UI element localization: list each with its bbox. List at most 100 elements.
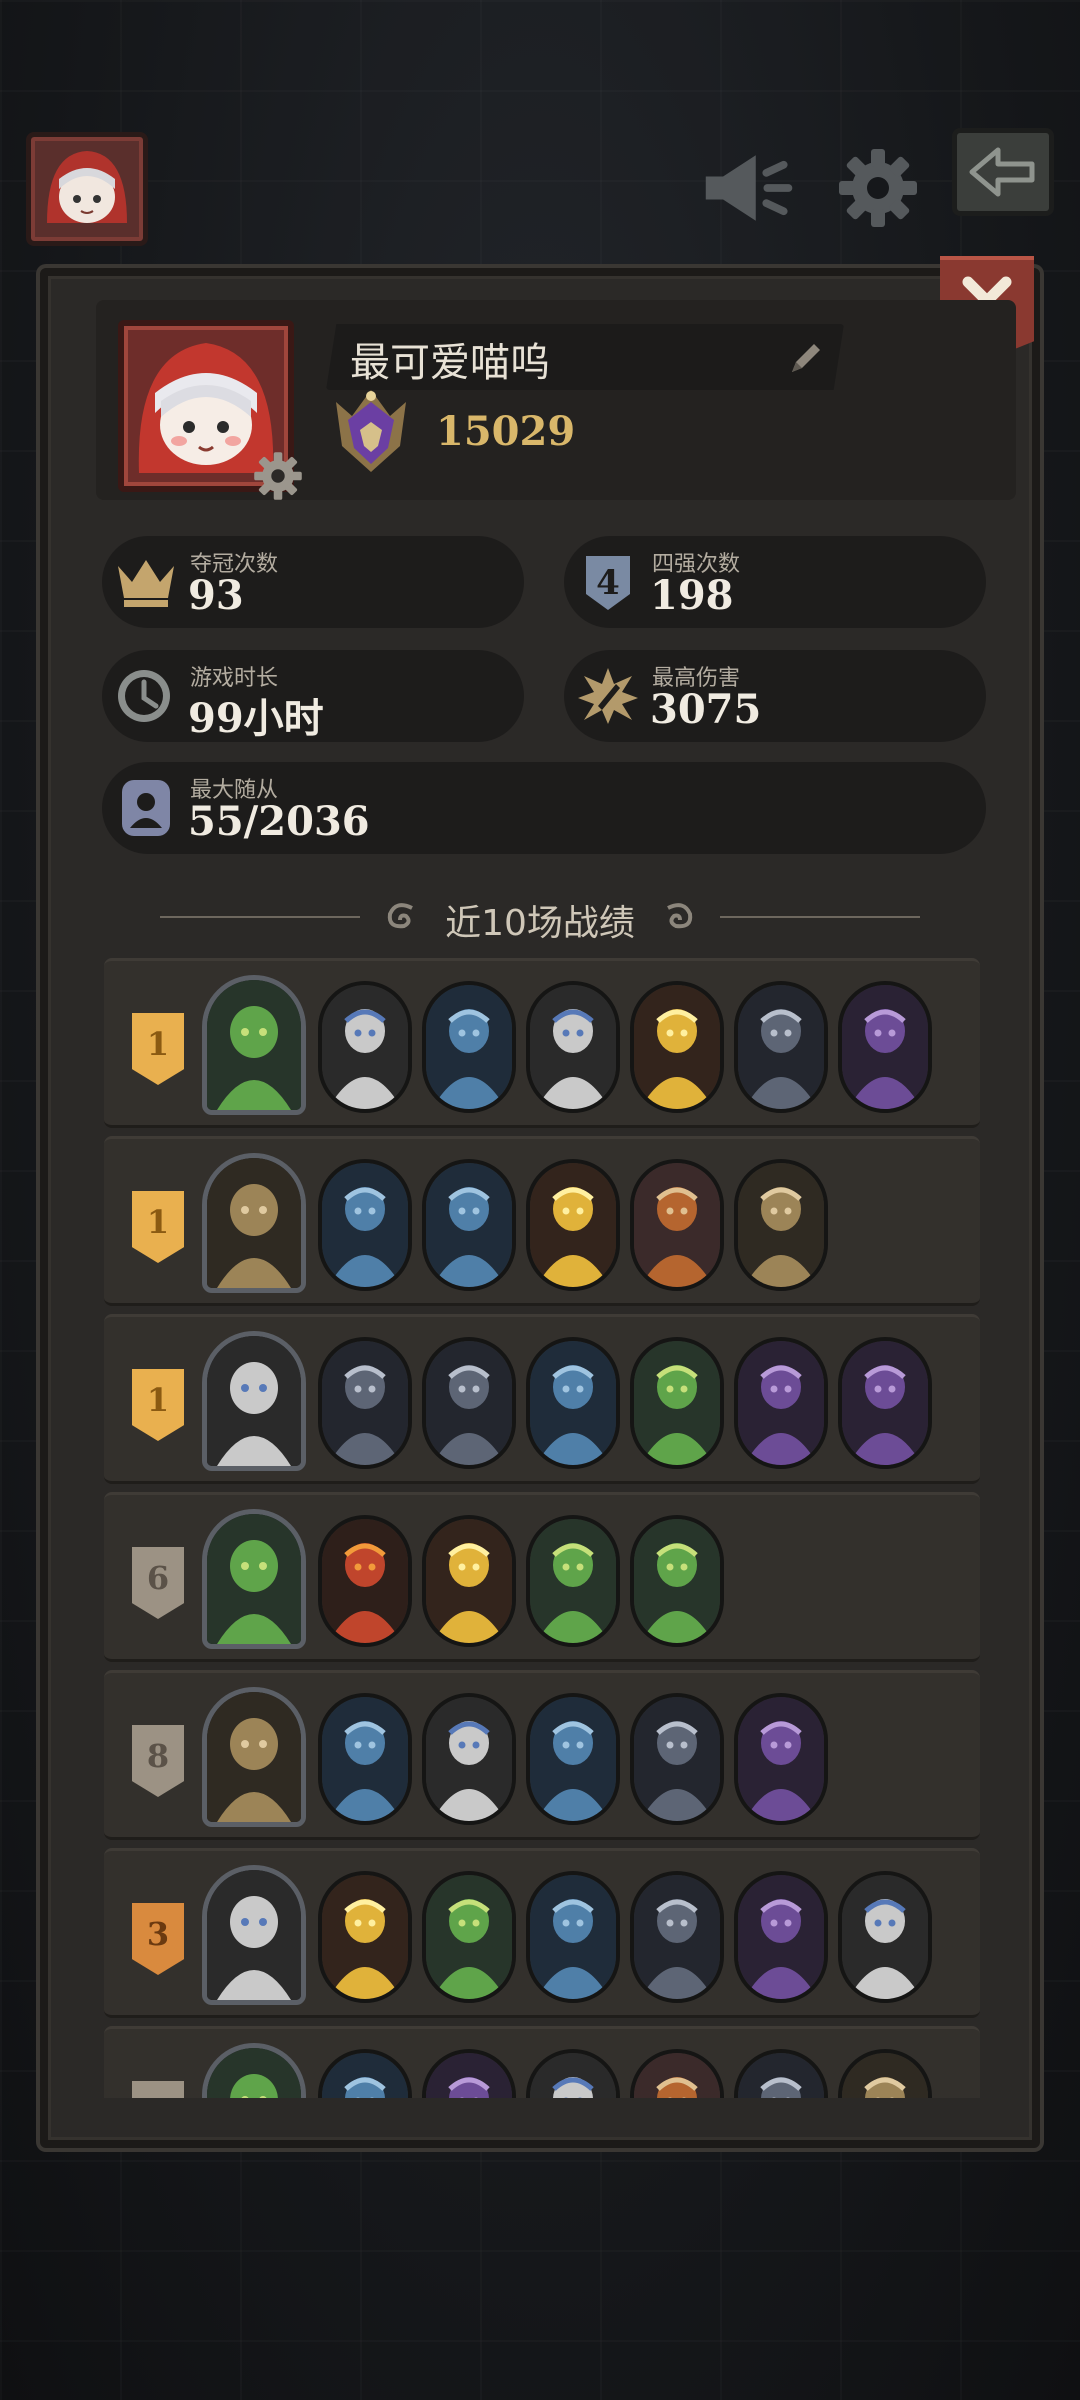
unit-card-armored-orc[interactable] (838, 1337, 932, 1469)
blue-slime-king-icon (207, 1514, 301, 1644)
divider-right (720, 916, 920, 918)
hero-portrait-red-mage[interactable] (202, 2043, 306, 2098)
fire-dragon-icon (634, 1163, 720, 1287)
unit-c-icon (530, 2053, 616, 2098)
red-mage-icon (207, 2048, 301, 2098)
purple-bat-icon (207, 1870, 301, 2000)
red-assassin-icon (322, 1519, 408, 1643)
unit-card-golden-flame[interactable] (422, 1871, 516, 2003)
match-row[interactable]: 6 (104, 1492, 980, 1662)
avatar-settings-badge[interactable] (252, 450, 304, 502)
unit-card-unit-b[interactable] (422, 2049, 516, 2098)
match-row[interactable]: 1 (104, 1314, 980, 1484)
unit-card-shadow-blade[interactable] (526, 981, 620, 1113)
gear-icon (254, 452, 302, 500)
treant-icon (530, 1341, 616, 1465)
unit-card-green-goblin-shaman[interactable] (422, 981, 516, 1113)
gear-icon (839, 149, 917, 227)
recent-matches-header: 近10场战绩 (160, 888, 920, 944)
unit-card-fire-dragon[interactable] (630, 1337, 724, 1469)
unit-card-red-demon[interactable] (630, 1871, 724, 2003)
recent-matches-title: 近10场战绩 (445, 903, 635, 944)
recent-matches-list[interactable]: 1 1 1 6 8 3 (100, 958, 984, 2098)
unit-card-white-rabbit-rogue[interactable] (422, 1159, 516, 1291)
unit-f-icon (842, 2053, 928, 2098)
plumed-knight-icon (530, 1697, 616, 1821)
unit-card-golden-flame[interactable] (526, 1871, 620, 2003)
unit-card-twin-hydra[interactable] (734, 1871, 828, 2003)
unit-card-treant[interactable] (526, 1337, 620, 1469)
hero-portrait-blue-slime-king[interactable] (202, 1509, 306, 1649)
hero-portrait-blonde-knight[interactable] (202, 1153, 306, 1293)
twin-hydra-icon (738, 1875, 824, 1999)
back-arrow-icon (969, 147, 1035, 197)
back-button[interactable] (952, 128, 1054, 216)
placement-badge: 3 (132, 1903, 184, 1975)
swirl-ornament-icon (667, 903, 693, 929)
unit-card-black-shield-warrior[interactable] (318, 1159, 412, 1291)
unit-a-icon (322, 2053, 408, 2098)
horned-beast-icon (738, 985, 824, 1109)
unit-card-red-assassin[interactable] (318, 1871, 412, 2003)
stat-value: 93 (188, 572, 244, 619)
unit-card-steel-knight[interactable] (526, 1159, 620, 1291)
unit-card-unit-f[interactable] (838, 2049, 932, 2098)
placement-badge: 1 (132, 1013, 184, 1085)
purple-kraken-icon (842, 985, 928, 1109)
megaphone-button[interactable] (700, 138, 800, 238)
top-player-avatar[interactable] (26, 132, 148, 246)
edit-name-button[interactable] (786, 338, 826, 378)
golden-flame-icon (530, 1875, 616, 1999)
stat-value: 99小时 (188, 695, 324, 742)
stat-top4: 4 四强次数 198 (564, 536, 986, 628)
skeleton-warrior-icon (426, 1341, 512, 1465)
hero-portrait-top-hat-ghoul[interactable] (202, 1331, 306, 1471)
unit-card-blue-lizard[interactable] (630, 981, 724, 1113)
unit-card-twin-hydra[interactable] (838, 1871, 932, 2003)
hero-portrait-purple-bat[interactable] (202, 1865, 306, 2005)
unit-card-gold-paladin[interactable] (422, 1515, 516, 1647)
unit-card-barbarian-archer[interactable] (318, 981, 412, 1113)
unit-b-icon (426, 2053, 512, 2098)
unit-card-blue-siren[interactable] (630, 1515, 724, 1647)
unit-card-grey-eagle[interactable] (422, 1693, 516, 1825)
unit-card-fire-dragon[interactable] (630, 1159, 724, 1291)
unit-card-unit-e[interactable] (734, 2049, 828, 2098)
unit-card-horned-beast[interactable] (734, 981, 828, 1113)
hero-portrait-bull-warlord[interactable] (202, 1687, 306, 1827)
unit-card-plumed-knight[interactable] (526, 1693, 620, 1825)
stat-championships: 夺冠次数 93 (102, 536, 524, 628)
unit-card-unit-c[interactable] (526, 2049, 620, 2098)
rose-priest-icon (738, 1697, 824, 1821)
armored-orc-icon (842, 1341, 928, 1465)
unit-card-unit-a[interactable] (318, 2049, 412, 2098)
match-row[interactable]: 3 (104, 1848, 980, 2018)
gold-paladin-icon (426, 1519, 512, 1643)
unit-card-gold-paladin[interactable] (526, 1515, 620, 1647)
unit-card-plumed-knight[interactable] (734, 1337, 828, 1469)
unit-card-purple-kraken[interactable] (838, 981, 932, 1113)
unit-card-blue-siren[interactable] (630, 1693, 724, 1825)
match-row[interactable] (104, 2026, 980, 2098)
unit-card-rose-priest[interactable] (734, 1693, 828, 1825)
clock-icon (114, 666, 178, 726)
unit-e-icon (738, 2053, 824, 2098)
unit-card-white-rabbit-rogue[interactable] (318, 1337, 412, 1469)
minion-portrait-icon (114, 778, 178, 838)
barbarian-archer-icon (322, 985, 408, 1109)
unit-card-red-assassin[interactable] (318, 1515, 412, 1647)
match-row[interactable]: 8 (104, 1670, 980, 1840)
top-hat-ghoul-icon (207, 1336, 301, 1466)
unit-card-skeleton-warrior[interactable] (422, 1337, 516, 1469)
unit-card-plumed-knight[interactable] (734, 1159, 828, 1291)
stat-value: 55/2036 (188, 798, 370, 845)
hero-portrait-hooded-wraith[interactable] (202, 975, 306, 1115)
crown-icon (114, 552, 178, 612)
match-row[interactable]: 1 (104, 958, 980, 1128)
match-row[interactable]: 1 (104, 1136, 980, 1306)
unit-card-unit-d[interactable] (630, 2049, 724, 2098)
settings-button[interactable] (828, 138, 928, 238)
placement-badge (132, 2081, 184, 2098)
unit-card-blue-flame-spirit[interactable] (318, 1693, 412, 1825)
svg-text:4: 4 (596, 563, 620, 603)
